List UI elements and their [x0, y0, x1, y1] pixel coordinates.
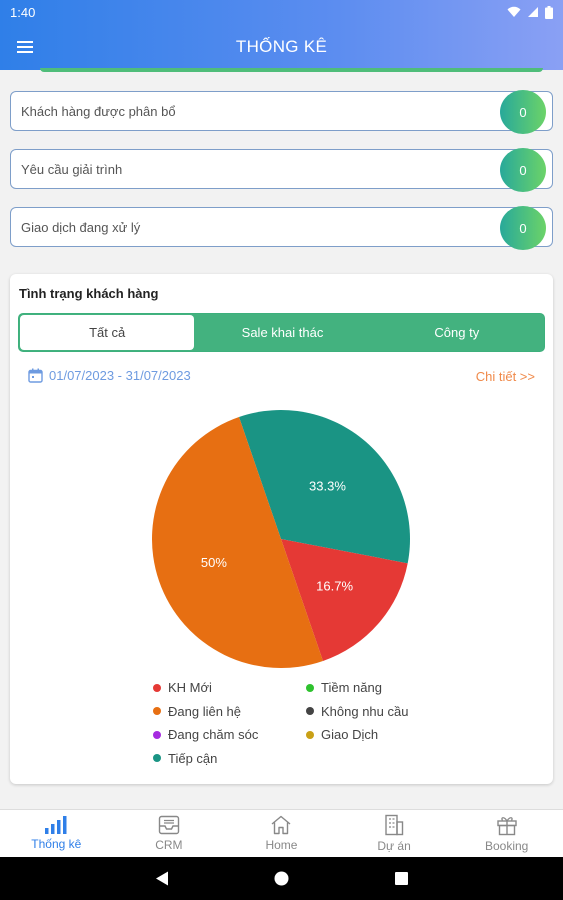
- stat-label: Yêu cầu giải trình: [21, 161, 123, 177]
- wifi-icon: [507, 6, 521, 17]
- legend-label: Tiềm năng: [321, 680, 382, 695]
- bottom-navigation: Thống kê CRM Home Dự án Booking: [0, 809, 563, 857]
- legend-item: Tiềm năng: [306, 680, 382, 695]
- nav-item-home[interactable]: Home: [225, 810, 338, 857]
- inbox-icon: [158, 815, 180, 835]
- menu-button[interactable]: [0, 24, 50, 70]
- legend-label: KH Mới: [168, 680, 212, 695]
- customer-status-card: Tình trạng khách hàng Tất cả Sale khai t…: [10, 274, 553, 784]
- scrolled-card-edge: [40, 68, 543, 72]
- legend-item: Đang liên hệ: [153, 704, 241, 719]
- stat-count-badge: 0: [500, 148, 546, 192]
- legend-label: Đang liên hệ: [168, 703, 241, 719]
- stat-row-processing-transactions[interactable]: Giao dịch đang xử lý 0: [10, 206, 553, 250]
- stat-label: Giao dịch đang xử lý: [21, 219, 141, 235]
- tab-sale-exploitation[interactable]: Sale khai thác: [195, 314, 369, 351]
- status-time: 1:40: [10, 4, 36, 20]
- tab-all[interactable]: Tất cả: [20, 315, 195, 350]
- stat-row-explanation-requests[interactable]: Yêu cầu giải trình 0: [10, 148, 553, 192]
- stat-label: Khách hàng được phân bổ: [21, 103, 176, 119]
- stat-count-badge: 0: [500, 206, 546, 250]
- hamburger-icon: [17, 41, 33, 53]
- recents-button[interactable]: [342, 872, 462, 885]
- legend-label: Tiếp cận: [168, 750, 218, 766]
- back-triangle-icon: [155, 871, 168, 886]
- legend-color-dot: [153, 683, 161, 692]
- home-circle-icon: [274, 871, 289, 886]
- nav-item-statistics[interactable]: Thống kê: [0, 810, 113, 857]
- pie-slice-label-1: 16.7%: [316, 578, 353, 593]
- nav-label: Booking: [484, 838, 529, 853]
- app-bar: THỐNG KÊ: [0, 24, 563, 70]
- legend-label: Không nhu cầu: [321, 703, 409, 719]
- pie-slice-label-0: 33.3%: [309, 478, 346, 493]
- stat-row-allocated-customers[interactable]: Khách hàng được phân bổ 0: [10, 90, 553, 134]
- legend-item: Đang chăm sóc: [153, 727, 258, 742]
- nav-label: CRM: [155, 838, 183, 852]
- pie-slice-label-2: 50%: [201, 555, 227, 570]
- legend-label: Đang chăm sóc: [168, 727, 259, 742]
- legend-color-dot: [306, 707, 314, 715]
- battery-icon: [545, 5, 553, 19]
- legend-item: KH Mới: [153, 680, 212, 695]
- signal-icon: [528, 7, 538, 17]
- legend-color-dot: [153, 707, 161, 715]
- calendar-icon: [28, 368, 43, 383]
- card-title: Tình trạng khách hàng: [19, 286, 159, 301]
- recents-square-icon: [395, 872, 408, 885]
- legend-item: Giao Dịch: [306, 727, 378, 742]
- stat-count-badge: 0: [500, 90, 546, 134]
- status-bar: 1:40: [0, 0, 563, 24]
- nav-label: Thống kê: [31, 837, 82, 851]
- detail-link[interactable]: Chi tiết >>: [476, 369, 535, 384]
- legend-color-dot: [306, 683, 314, 692]
- legend-color-dot: [153, 730, 161, 739]
- customer-status-pie-chart: 33.3% 16.7% 50%: [152, 410, 410, 668]
- legend-item: Tiếp cận: [153, 751, 217, 766]
- home-system-button[interactable]: [222, 871, 342, 886]
- nav-label: Dự án: [377, 839, 411, 853]
- home-icon: [272, 815, 291, 835]
- legend-label: Giao Dịch: [321, 727, 379, 742]
- nav-label: Home: [265, 838, 298, 852]
- filter-tabs: Tất cả Sale khai thác Công ty: [18, 313, 545, 352]
- legend-color-dot: [153, 754, 161, 762]
- tab-company[interactable]: Công ty: [370, 314, 544, 351]
- gift-icon: [496, 816, 517, 835]
- legend-item: Không nhu cầu: [306, 704, 408, 719]
- legend-color-dot: [306, 730, 314, 739]
- back-button[interactable]: [102, 871, 222, 886]
- nav-item-projects[interactable]: Dự án: [338, 810, 451, 857]
- date-range-picker[interactable]: 01/07/2023 - 31/07/2023: [28, 368, 191, 383]
- date-range-text: 01/07/2023 - 31/07/2023: [49, 368, 191, 383]
- status-icons: [507, 5, 553, 19]
- nav-item-booking[interactable]: Booking: [450, 810, 563, 857]
- system-navigation-bar: [0, 857, 563, 900]
- page-title: THỐNG KÊ: [235, 37, 328, 56]
- building-icon: [385, 814, 404, 836]
- bar-chart-icon: [45, 816, 67, 834]
- nav-item-crm[interactable]: CRM: [113, 810, 226, 857]
